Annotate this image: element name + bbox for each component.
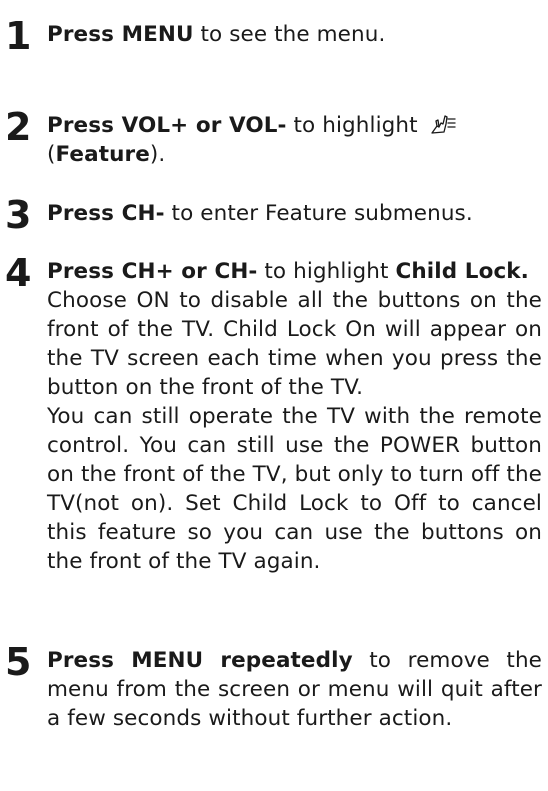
feature-icon: [429, 112, 457, 136]
step-description: to highlight: [286, 113, 425, 138]
step-text: Press CH+ or CH- to highlight Child Lock…: [47, 257, 542, 576]
paren-close: ).: [149, 142, 166, 167]
step-heading: Press CH+ or CH- to highlight Child Lock…: [47, 257, 542, 286]
feature-word: Feature: [55, 142, 150, 167]
child-lock-label: Child Lock.: [395, 259, 529, 284]
step-text: Press MENU to see the menu.: [47, 20, 542, 49]
step-text: Press VOL+ or VOL- to highlight (Feature…: [47, 111, 542, 169]
step-command: Press CH+ or CH-: [47, 259, 258, 284]
step-text: Press CH- to enter Feature submenus.: [47, 199, 542, 228]
step-description: to highlight: [257, 259, 396, 284]
child-lock-note: You can still operate the TV with the re…: [47, 404, 542, 574]
step-command: Press MENU repeatedly: [47, 648, 353, 673]
step-command: Press VOL+ or VOL-: [47, 113, 287, 138]
step-description: to enter Feature submenus.: [164, 201, 473, 226]
step-number: 3: [5, 193, 32, 237]
paren-open: (: [47, 142, 56, 167]
step-number: 2: [5, 105, 32, 149]
step-description: to see the menu.: [193, 22, 386, 47]
step-command: Press CH-: [47, 201, 165, 226]
step-number: 4: [5, 251, 32, 295]
step-number: 1: [5, 14, 32, 58]
step-number: 5: [5, 640, 32, 684]
step-text: Press MENU repeatedly to remove the menu…: [47, 646, 542, 733]
step-command: Press MENU: [47, 22, 194, 47]
child-lock-description: Choose ON to disable all the buttons on …: [47, 288, 542, 400]
